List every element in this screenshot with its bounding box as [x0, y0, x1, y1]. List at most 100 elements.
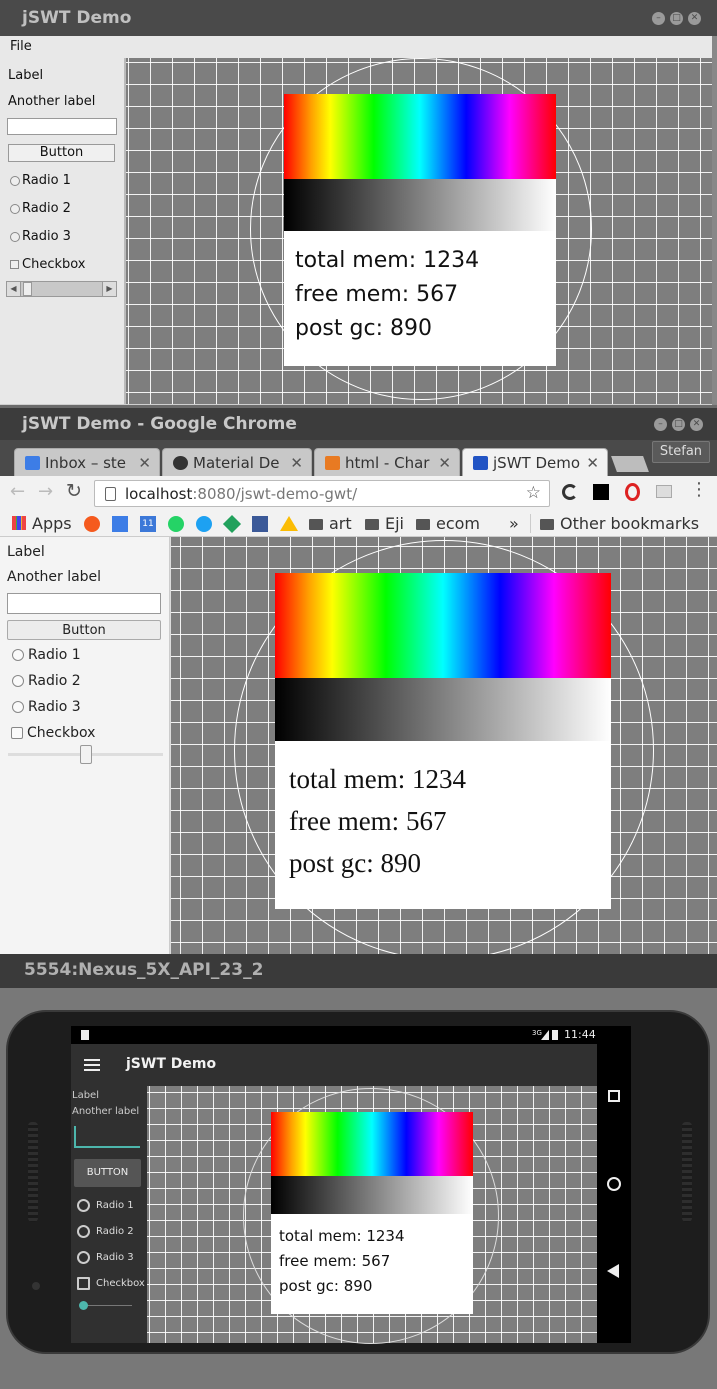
push-button[interactable]: Button [8, 144, 115, 162]
radio-3-icon[interactable] [77, 1251, 90, 1264]
bookmarks-overflow[interactable]: » [509, 514, 519, 533]
tab-material[interactable]: Material De ✕ [162, 448, 312, 476]
new-tab-button[interactable] [611, 456, 649, 472]
tab-inbox[interactable]: Inbox – ste ✕ [14, 448, 160, 476]
canvas[interactable]: total mem: 1234 free mem: 567 post gc: 8… [126, 58, 712, 404]
opera-icon[interactable] [625, 483, 640, 501]
extension-cl-icon[interactable] [593, 484, 609, 500]
extension-g-icon[interactable] [562, 484, 578, 500]
forward-icon[interactable]: → [38, 481, 53, 502]
checkbox-icon[interactable] [10, 260, 19, 269]
scroll-right-icon[interactable]: ▶ [102, 282, 116, 296]
radio-1-icon[interactable] [12, 649, 24, 661]
sd-card-icon [81, 1030, 89, 1040]
extension-icon[interactable] [656, 485, 672, 498]
folder-ecom[interactable]: ecom [416, 514, 480, 533]
close-tab-icon[interactable]: ✕ [290, 454, 303, 472]
radio-1-label[interactable]: Radio 1 [96, 1200, 134, 1211]
back-icon[interactable]: ← [10, 481, 25, 502]
radio-2-icon[interactable] [77, 1225, 90, 1238]
hamburger-icon[interactable] [84, 1059, 100, 1071]
radio-3-label[interactable]: Radio 3 [28, 699, 81, 715]
recents-icon[interactable] [608, 1090, 620, 1102]
radio-3-label[interactable]: Radio 3 [96, 1252, 134, 1263]
sidebar: Label Another label BUTTON Radio 1 Radio… [71, 1086, 147, 1343]
minimize-icon[interactable]: – [652, 12, 665, 25]
radio-3-label[interactable]: Radio 3 [22, 229, 71, 244]
label: Label [8, 68, 44, 83]
window-title: jSWT Demo [22, 8, 132, 28]
scroll-thumb[interactable] [23, 282, 32, 296]
tab-label: Material De [193, 454, 280, 472]
close-tab-icon[interactable]: ✕ [138, 454, 151, 472]
slider-thumb[interactable] [80, 745, 92, 764]
checkbox-icon[interactable] [11, 727, 23, 739]
checkbox-icon[interactable] [77, 1277, 90, 1290]
text-input[interactable] [7, 118, 117, 135]
facebook-icon[interactable] [252, 516, 268, 532]
minimize-icon[interactable]: – [654, 418, 667, 431]
window-border [712, 36, 717, 405]
tab-html[interactable]: html - Char ✕ [314, 448, 460, 476]
color-gradient [275, 573, 611, 678]
total-mem-text: total mem: 1234 [279, 1227, 405, 1245]
checkbox-label[interactable]: Checkbox [96, 1278, 145, 1289]
folder-eji[interactable]: Eji [365, 514, 404, 533]
radio-2-label[interactable]: Radio 2 [22, 201, 71, 216]
twitter-icon[interactable] [196, 516, 212, 532]
home-icon[interactable] [607, 1177, 621, 1191]
radio-2-label[interactable]: Radio 2 [28, 673, 81, 689]
push-button[interactable]: BUTTON [74, 1159, 141, 1187]
checkbox-label[interactable]: Checkbox [27, 725, 95, 741]
drive-icon[interactable] [280, 516, 298, 531]
text-input[interactable] [74, 1126, 140, 1148]
bookmark-icon-2[interactable] [112, 516, 128, 532]
reload-icon[interactable]: ↻ [66, 480, 82, 502]
calendar-icon[interactable]: 11 [140, 516, 156, 532]
whatsapp-icon[interactable] [168, 516, 184, 532]
scroll-left-icon[interactable]: ◀ [7, 282, 21, 296]
window-chrome: jSWT Demo - Google Chrome – □ ✕ Inbox – … [0, 408, 717, 960]
canvas[interactable]: total mem: 1234 free mem: 567 post gc: 8… [147, 1086, 597, 1344]
profile-button[interactable]: Stefan [652, 441, 710, 463]
radio-1-icon[interactable] [10, 176, 20, 186]
radio-1-label[interactable]: Radio 1 [22, 173, 71, 188]
radio-2-label[interactable]: Radio 2 [96, 1226, 134, 1237]
back-icon[interactable] [607, 1264, 619, 1278]
other-bookmarks[interactable]: Other bookmarks [540, 514, 699, 533]
push-button[interactable]: Button [7, 620, 161, 640]
material-icon [173, 456, 188, 470]
close-icon[interactable]: ✕ [690, 418, 703, 431]
free-mem-text: free mem: 567 [295, 282, 459, 307]
menu-file[interactable]: File [10, 39, 32, 54]
close-tab-icon[interactable]: ✕ [586, 454, 599, 472]
close-tab-icon[interactable]: ✕ [438, 454, 451, 472]
menu-bar: File [0, 36, 712, 58]
apps-bookmark[interactable]: Apps [12, 514, 72, 533]
close-icon[interactable]: ✕ [688, 12, 701, 25]
maximize-icon[interactable]: □ [670, 12, 683, 25]
speaker-right [682, 1122, 692, 1222]
radio-3-icon[interactable] [10, 232, 20, 242]
color-gradient [284, 94, 556, 179]
checkbox-label[interactable]: Checkbox [22, 257, 86, 272]
radio-2-icon[interactable] [12, 675, 24, 687]
radio-1-label[interactable]: Radio 1 [28, 647, 81, 663]
text-input[interactable] [7, 593, 161, 614]
bookmark-icon-1[interactable] [84, 516, 100, 532]
star-icon[interactable]: ☆ [526, 483, 541, 503]
tab-jswt[interactable]: jSWT Demo ✕ [462, 448, 608, 476]
canvas[interactable]: total mem: 1234 free mem: 567 post gc: 8… [171, 537, 717, 960]
address-bar[interactable]: localhost:8080/jswt-demo-gwt/ ☆ [94, 480, 550, 507]
maximize-icon[interactable]: □ [672, 418, 685, 431]
radio-1-icon[interactable] [77, 1199, 90, 1212]
slider-thumb[interactable] [79, 1301, 88, 1310]
scrollbar[interactable]: ◀ ▶ [6, 281, 117, 297]
radio-2-icon[interactable] [10, 204, 20, 214]
folder-icon [416, 519, 430, 530]
radio-3-icon[interactable] [12, 701, 24, 713]
menu-icon[interactable]: ⋮ [690, 479, 708, 500]
window-title-bar: 5554:Nexus_5X_API_23_2 [0, 954, 717, 988]
folder-art[interactable]: art [309, 514, 352, 533]
feedly-icon[interactable] [222, 514, 242, 534]
